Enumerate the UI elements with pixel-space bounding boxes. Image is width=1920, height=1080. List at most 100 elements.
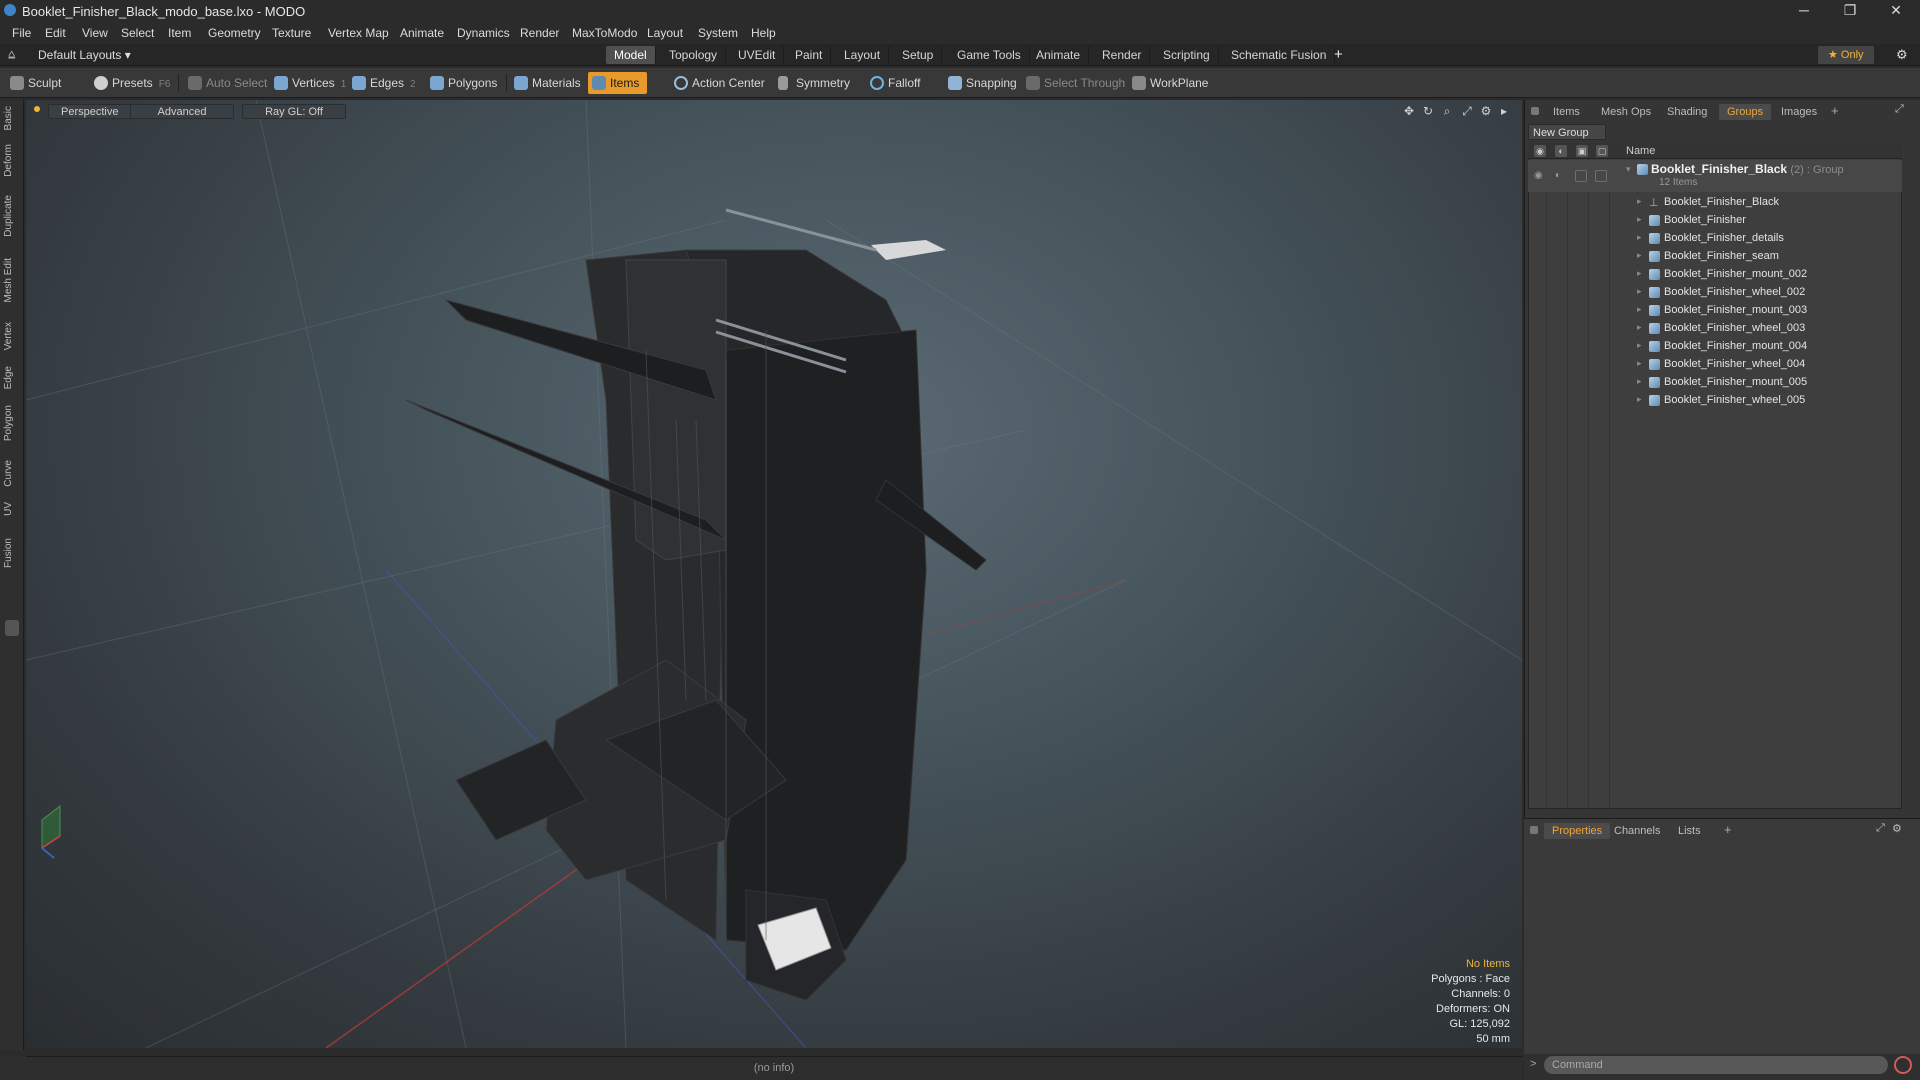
tab-items[interactable]: Items [1545, 104, 1588, 120]
menu-select[interactable]: Select [121, 26, 154, 40]
tab-animate[interactable]: Animate [1028, 46, 1090, 64]
vtab-fusion[interactable]: Fusion [3, 538, 21, 568]
vtab-curve[interactable]: Curve [3, 460, 21, 487]
menu-geometry[interactable]: Geometry [208, 26, 261, 40]
add-tab-button[interactable]: + [1334, 46, 1343, 63]
select-through-button[interactable]: Select Through [1022, 72, 1125, 94]
menu-edit[interactable]: Edit [45, 26, 66, 40]
tab-paint[interactable]: Paint [787, 46, 832, 64]
select-checkbox[interactable] [1595, 170, 1607, 182]
settings-gear-icon[interactable]: ⚙ [1896, 47, 1908, 63]
viewport-menu-icon[interactable] [34, 106, 40, 112]
expand-arrow-icon[interactable]: ▸ [1637, 322, 1642, 333]
tab-layout[interactable]: Layout [836, 46, 890, 64]
tab-topology[interactable]: Topology [661, 46, 727, 64]
command-input[interactable]: Command [1544, 1056, 1888, 1074]
tab-scripting[interactable]: Scripting [1155, 46, 1219, 64]
name-column-header[interactable]: Name [1626, 145, 1655, 157]
close-button[interactable]: ✕ [1874, 0, 1918, 22]
add-panel-tab-icon[interactable]: + [1831, 103, 1839, 118]
raygl-toggle[interactable]: Ray GL: Off [242, 104, 346, 119]
tab-uvedit[interactable]: UVEdit [730, 46, 785, 64]
vtab-mesh-edit[interactable]: Mesh Edit [3, 258, 21, 302]
menu-dynamics[interactable]: Dynamics [457, 26, 510, 40]
list-item[interactable]: ▸ Booklet_Finisher_wheel_002 [1528, 284, 1902, 302]
materials-button[interactable]: Materials [510, 72, 581, 94]
expand-arrow-icon[interactable]: ▸ [1637, 286, 1642, 297]
panel-expand-icon[interactable]: ⤢ [1895, 103, 1904, 116]
vtab-vertex[interactable]: Vertex [3, 322, 21, 350]
menu-item[interactable]: Item [168, 26, 191, 40]
menu-view[interactable]: View [82, 26, 108, 40]
tab-schematic-fusion[interactable]: Schematic Fusion [1223, 46, 1336, 64]
panel-toggle-button[interactable] [5, 620, 19, 636]
vtab-deform[interactable]: Deform [3, 144, 21, 177]
list-item[interactable]: ▸ Booklet_Finisher_mount_002 [1528, 266, 1902, 284]
group-row[interactable]: ◉ ◐ ▾ Booklet_Finisher_Black (2) : Group… [1528, 160, 1902, 192]
vtab-edge[interactable]: Edge [3, 366, 21, 389]
menu-help[interactable]: Help [751, 26, 776, 40]
restore-button[interactable]: ❐ [1828, 0, 1872, 22]
tab-channels[interactable]: Channels [1606, 823, 1668, 839]
tab-images[interactable]: Images [1773, 104, 1825, 120]
list-item[interactable]: ▸ Booklet_Finisher_mount_004 [1528, 338, 1902, 356]
viewport-settings-icon[interactable]: ⚙ [1479, 104, 1493, 118]
only-toggle-button[interactable]: ★ Only [1818, 46, 1874, 64]
new-group-button[interactable]: New Group [1528, 124, 1606, 140]
tab-render[interactable]: Render [1094, 46, 1151, 64]
tab-lists[interactable]: Lists [1670, 823, 1709, 839]
items-button[interactable]: Items [588, 72, 648, 94]
render-icon[interactable]: ◐ [1555, 170, 1561, 181]
layout-toggle-icon[interactable]: ⩠ [8, 47, 15, 62]
vertices-button[interactable]: Vertices 1 [270, 72, 346, 94]
command-record-button[interactable] [1894, 1056, 1912, 1074]
action-center-button[interactable]: Action Center [670, 72, 765, 94]
list-item[interactable]: ▸ Booklet_Finisher_mount_003 [1528, 302, 1902, 320]
vtab-uv[interactable]: UV [3, 502, 21, 516]
edges-button[interactable]: Edges 2 [348, 72, 416, 94]
menu-maxtomodo[interactable]: MaxToModo [572, 26, 637, 40]
lock-checkbox[interactable] [1575, 170, 1587, 182]
falloff-button[interactable]: Falloff [866, 72, 920, 94]
expand-arrow-icon[interactable]: ▸ [1637, 268, 1642, 279]
eye-icon[interactable]: ◉ [1534, 170, 1543, 181]
list-item[interactable]: ▸ Booklet_Finisher_wheel_003 [1528, 320, 1902, 338]
expand-arrow-icon[interactable]: ▸ [1637, 358, 1642, 369]
menu-render[interactable]: Render [520, 26, 559, 40]
vtab-duplicate[interactable]: Duplicate [3, 195, 21, 237]
list-item[interactable]: ▸ Booklet_Finisher_seam [1528, 248, 1902, 266]
perspective-dropdown[interactable]: Perspective [48, 104, 132, 119]
list-item[interactable]: ▸ Booklet_Finisher_details [1528, 230, 1902, 248]
add-panel-tab-icon[interactable]: + [1724, 822, 1732, 837]
tab-properties[interactable]: Properties [1544, 823, 1611, 839]
expand-arrow-icon[interactable]: ▸ [1637, 196, 1642, 207]
lock-column-icon[interactable]: ▣ [1576, 145, 1588, 157]
tab-model[interactable]: Model [606, 46, 656, 64]
maximize-viewport-icon[interactable]: ⤢ [1460, 104, 1474, 118]
render-column-icon[interactable]: ◐ [1555, 145, 1567, 157]
menu-system[interactable]: System [698, 26, 738, 40]
select-column-icon[interactable]: ▢ [1596, 145, 1608, 157]
default-layouts-dropdown[interactable]: Default Layouts ▾ [38, 48, 131, 62]
expand-arrow-icon[interactable]: ▸ [1637, 376, 1642, 387]
menu-texture[interactable]: Texture [272, 26, 311, 40]
vtab-polygon[interactable]: Polygon [3, 405, 21, 441]
polygons-button[interactable]: Polygons [426, 72, 497, 94]
tab-mesh-ops[interactable]: Mesh Ops [1593, 104, 1659, 120]
presets-button[interactable]: Presets F6 [90, 72, 170, 94]
visibility-column-icon[interactable]: ◉ [1534, 145, 1546, 157]
panel-menu-icon[interactable] [1530, 826, 1538, 834]
list-item[interactable]: ▸ Booklet_Finisher_mount_005 [1528, 374, 1902, 392]
list-item[interactable]: ▸ ⊥ Booklet_Finisher_Black [1528, 194, 1902, 212]
expand-arrow-icon[interactable]: ▸ [1637, 394, 1642, 405]
expand-arrow-icon[interactable]: ▸ [1637, 340, 1642, 351]
expand-arrow-icon[interactable]: ▸ [1637, 232, 1642, 243]
collapse-arrow-icon[interactable]: ▾ [1626, 164, 1631, 175]
shading-dropdown[interactable]: Advanced [130, 104, 234, 119]
zoom-icon[interactable]: ⌕ [1440, 104, 1454, 118]
vtab-basic[interactable]: Basic [3, 106, 21, 130]
pan-icon[interactable]: ✥ [1402, 104, 1416, 118]
list-item[interactable]: ▸ Booklet_Finisher [1528, 212, 1902, 230]
panel-menu-icon[interactable] [1531, 107, 1539, 115]
sculpt-button[interactable]: Sculpt [6, 72, 86, 94]
